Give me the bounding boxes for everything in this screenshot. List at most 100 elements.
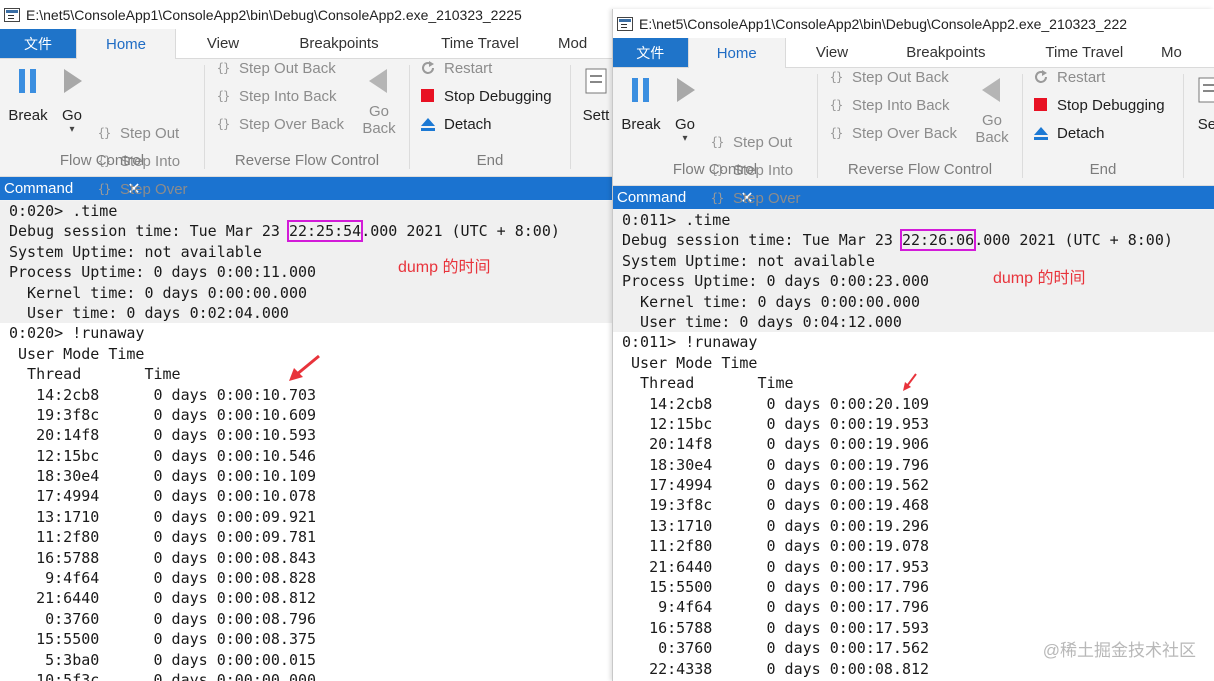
- thread-time-row: 21:6440 0 days 0:00:08.812: [9, 589, 317, 608]
- thread-time-row: 11:2f80 0 days 0:00:09.781: [9, 528, 317, 547]
- command-line: 0:020> !runaway: [9, 324, 145, 343]
- group-label-flow: Flow Control: [59, 152, 145, 169]
- step-out-button[interactable]: {} Step Out: [707, 130, 792, 154]
- tab-time-travel[interactable]: Time Travel: [1014, 38, 1155, 67]
- process-uptime-line: Process Uptime: 0 days 0:00:23.000: [622, 272, 930, 291]
- kernel-time-line: Kernel time: 0 days 0:00:00.000: [622, 292, 921, 311]
- kernel-time-line: Kernel time: 0 days 0:00:00.000: [9, 283, 308, 302]
- step-into-back-button[interactable]: {} Step Into Back: [213, 84, 337, 108]
- command-output[interactable]: 0:011> .time Debug session time: Tue Mar…: [613, 210, 1214, 681]
- command-line: 0:011> .time: [622, 211, 731, 229]
- runaway-output-block: 0:020> !runaway User Mode Time Thread Ti…: [0, 323, 612, 681]
- tab-breakpoints[interactable]: Breakpoints: [270, 29, 408, 58]
- thread-time-row: 15:5500 0 days 0:00:17.796: [622, 578, 930, 597]
- command-output[interactable]: 0:020> .time Debug session time: Tue Mar…: [0, 201, 612, 681]
- command-line: 0:011> !runaway: [622, 333, 758, 352]
- detach-button[interactable]: Detach: [1031, 121, 1105, 145]
- thread-time-row: 14:2cb8 0 days 0:00:10.703: [9, 385, 317, 404]
- tab-home[interactable]: Home: [76, 29, 176, 59]
- settings-icon: [585, 68, 607, 94]
- debug-session-time-line: Debug session time: Tue Mar 23 22:26:06.…: [613, 229, 1214, 252]
- tab-time-travel[interactable]: Time Travel: [408, 29, 552, 58]
- settings-button[interactable]: Set: [1189, 76, 1214, 133]
- restart-button[interactable]: Restart: [1031, 65, 1105, 89]
- step-out-label: Step Out: [733, 133, 793, 151]
- step-over-back-label: Step Over Back: [239, 115, 345, 133]
- step-out-back-label: Step Out Back: [852, 68, 949, 86]
- thread-time-row: 12:15bc 0 days 0:00:19.953: [622, 414, 930, 433]
- settings-icon: [1198, 77, 1214, 103]
- thread-time-row: 18:30e4 0 days 0:00:10.109: [9, 467, 317, 486]
- tab-home[interactable]: Home: [687, 38, 786, 68]
- ribbon-tabs: 文件 Home View Breakpoints Time Travel Mod: [0, 29, 612, 59]
- stop-icon: [418, 86, 438, 106]
- watermark: @稀土掘金技术社区: [1042, 641, 1196, 660]
- step-over-button[interactable]: {} Step Over: [94, 177, 188, 201]
- tab-file[interactable]: 文件: [0, 29, 76, 58]
- step-out-back-button[interactable]: {} Step Out Back: [213, 56, 336, 80]
- thread-time-row: 15:5500 0 days 0:00:08.375: [9, 630, 317, 649]
- thread-time-row: 12:15bc 0 days 0:00:10.546: [9, 446, 317, 465]
- go-back-icon: [369, 69, 387, 93]
- detach-button[interactable]: Detach: [418, 112, 492, 136]
- break-button[interactable]: Break: [619, 76, 663, 133]
- step-over-back-button[interactable]: {} Step Over Back: [213, 112, 344, 136]
- tab-view[interactable]: View: [786, 38, 878, 67]
- step-over-back-icon: {}: [216, 117, 230, 131]
- restart-icon: [418, 58, 438, 78]
- ribbon-home: Break Go ▾ {} Step Out {} Step Into {} Step…: [0, 56, 612, 198]
- command-window-tab[interactable]: Command ✕: [613, 186, 1214, 209]
- command-window-tab[interactable]: Command ✕: [0, 177, 612, 200]
- detach-label: Detach: [1057, 124, 1105, 142]
- group-separator: [570, 65, 571, 169]
- go-back-label-1: Go: [368, 103, 389, 120]
- step-out-back-button[interactable]: {} Step Out Back: [826, 65, 949, 89]
- stop-debugging-button[interactable]: Stop Debugging: [418, 84, 552, 108]
- tab-model[interactable]: Mod: [552, 29, 612, 58]
- group-label-reverse: Reverse Flow Control: [234, 152, 380, 169]
- tab-view[interactable]: View: [176, 29, 270, 58]
- group-reverse-flow: {} Step Out Back {} Step Into Back {} Step …: [818, 68, 1022, 186]
- step-over-icon: {}: [710, 191, 724, 205]
- user-time-line: User time: 0 days 0:02:04.000: [9, 303, 289, 322]
- restart-label: Restart: [444, 59, 493, 77]
- step-over-icon: {}: [97, 182, 111, 196]
- eject-icon: [1031, 123, 1051, 143]
- go-back-button[interactable]: Go Back: [361, 67, 397, 137]
- system-uptime-line: System Uptime: not available: [622, 251, 875, 270]
- step-into-back-icon: {}: [829, 98, 843, 112]
- chevron-down-icon[interactable]: ▾: [669, 133, 701, 144]
- restart-button[interactable]: Restart: [418, 56, 492, 80]
- step-into-back-button[interactable]: {} Step Into Back: [826, 93, 950, 117]
- eject-icon: [418, 114, 438, 134]
- stop-debugging-label: Stop Debugging: [444, 87, 552, 105]
- chevron-down-icon[interactable]: ▾: [56, 124, 88, 135]
- break-label: Break: [621, 116, 661, 133]
- play-icon: [64, 69, 82, 93]
- window-title: E:\net5\ConsoleApp1\ConsoleApp2\bin\Debu…: [26, 6, 522, 23]
- group-label-reverse: Reverse Flow Control: [847, 161, 993, 178]
- group-end: Restart Stop Debugging Detach End: [1023, 68, 1183, 186]
- step-over-back-button[interactable]: {} Step Over Back: [826, 121, 957, 145]
- break-button[interactable]: Break: [6, 67, 50, 124]
- stop-debugging-label: Stop Debugging: [1057, 96, 1165, 114]
- tab-model[interactable]: Mo: [1155, 38, 1214, 67]
- tab-breakpoints[interactable]: Breakpoints: [878, 38, 1013, 67]
- tab-file[interactable]: 文件: [613, 38, 688, 67]
- command-line: 0:020> .time: [9, 202, 118, 220]
- stop-debugging-button[interactable]: Stop Debugging: [1031, 93, 1165, 117]
- settings-button[interactable]: Sett: [576, 67, 612, 124]
- debug-time-highlight: 22:25:54: [286, 220, 364, 243]
- step-out-button[interactable]: {} Step Out: [94, 121, 179, 145]
- debug-time-suffix: .000 2021 (UTC + 8:00): [974, 231, 1173, 250]
- go-button[interactable]: Go ▾: [56, 67, 88, 135]
- thread-time-row: 19:3f8c 0 days 0:00:19.468: [622, 496, 930, 515]
- go-back-button[interactable]: Go Back: [974, 76, 1010, 146]
- go-button[interactable]: Go ▾: [669, 76, 701, 144]
- debug-time-highlight: 22:26:06: [899, 229, 977, 252]
- step-over-button[interactable]: {} Step Over: [707, 186, 801, 210]
- window-title: E:\net5\ConsoleApp1\ConsoleApp2\bin\Debu…: [639, 15, 1128, 32]
- ribbon-tabs: 文件 Home View Breakpoints Time Travel Mo: [613, 38, 1214, 68]
- thread-time-row: 19:3f8c 0 days 0:00:10.609: [9, 405, 317, 424]
- step-over-label: Step Over: [120, 180, 188, 198]
